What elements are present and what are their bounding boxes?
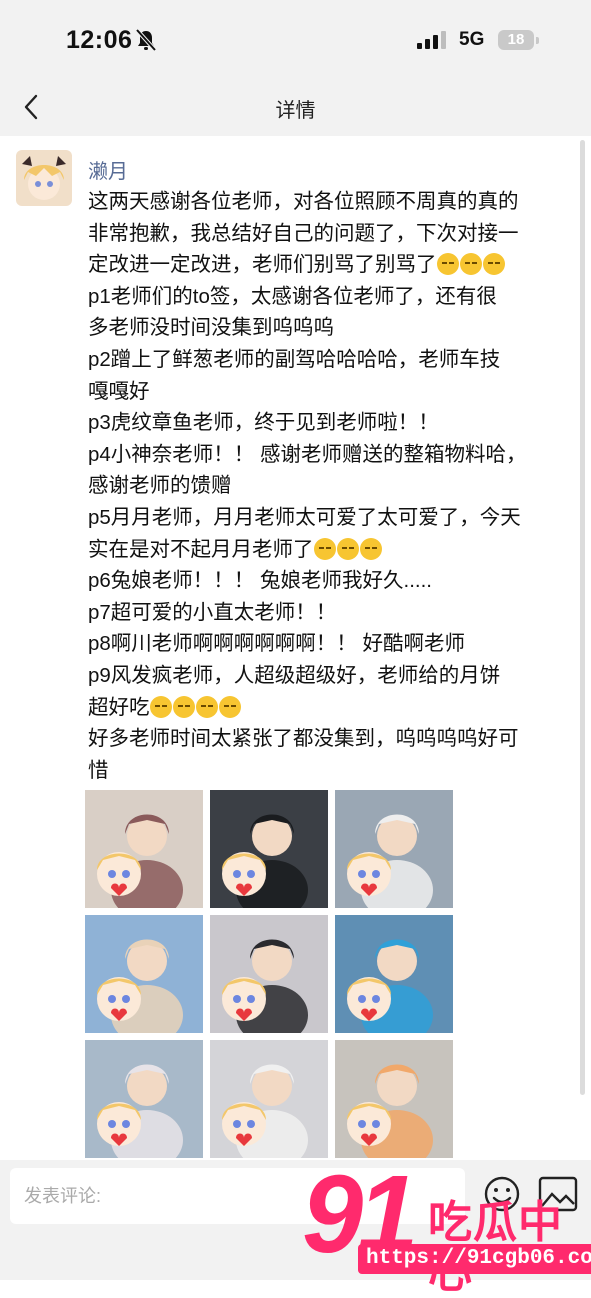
post-line-text: 多老师没时间没集到呜呜呜	[88, 316, 334, 340]
post-line: p3虎纹章鱼老师，终于见到老师啦！！	[88, 407, 578, 439]
crying-emoji-icon	[336, 537, 359, 560]
crying-emoji-icon	[359, 537, 382, 560]
post-line-text: 好多老师时间太紧张了都没集到，呜呜呜呜好可	[88, 727, 519, 751]
post-line-text: 定改进一定改进，老师们别骂了别骂了	[88, 253, 437, 277]
crying-emoji-icon	[459, 253, 482, 276]
post-line: 感谢老师的馈赠	[88, 470, 578, 502]
nav-bar: 详情	[0, 80, 591, 136]
post-line-text: 惜	[88, 758, 109, 782]
post-line: p9风发疯老师，人超级超级好，老师给的月饼	[88, 660, 578, 692]
photo-thumbnail[interactable]	[85, 915, 203, 1033]
watermark-url: https://91cgb06.com	[358, 1244, 591, 1274]
post-line-text: 超好吃	[88, 695, 150, 719]
photo-thumbnail[interactable]	[210, 790, 328, 908]
post-line: 嘎嘎好	[88, 376, 578, 408]
scrollbar[interactable]	[580, 140, 585, 1095]
post-line: p1老师们的to签，太感谢各位老师了，还有很	[88, 281, 578, 313]
post-line-text: 实在是对不起月月老师了	[88, 537, 314, 561]
post-line: 超好吃	[88, 692, 578, 724]
crying-emoji-icon	[172, 695, 195, 718]
post-line: p5月月老师，月月老师太可爱了太可爱了，今天	[88, 502, 578, 534]
post-line-text: 非常抱歉，我总结好自己的问题了，下次对接一	[88, 221, 519, 245]
crying-emoji-icon	[149, 695, 172, 718]
signal-icon	[417, 31, 446, 49]
network-type: 5G	[459, 29, 485, 50]
photo-thumbnail[interactable]	[85, 790, 203, 908]
bell-mute-icon	[136, 29, 156, 51]
photo-thumbnail[interactable]	[85, 1040, 203, 1158]
post-line: p6兔娘老师！！！ 兔娘老师我好久.....	[88, 565, 578, 597]
post-line: p8啊川老师啊啊啊啊啊啊！！ 好酷啊老师	[88, 628, 578, 660]
post-line: p4小神奈老师！！ 感谢老师赠送的整箱物料哈，	[88, 439, 578, 471]
post-line-text: 感谢老师的馈赠	[88, 474, 232, 498]
watermark: 91 吃瓜中心 https://91cgb06.com	[296, 1158, 591, 1297]
avatar[interactable]	[16, 150, 72, 206]
crying-emoji-icon	[218, 695, 241, 718]
post-line: 好多老师时间太紧张了都没集到，呜呜呜呜好可	[88, 723, 578, 755]
post-line: 这两天感谢各位老师，对各位照顾不周真的真的	[88, 186, 578, 218]
post-line-text: p6兔娘老师！！！ 兔娘老师我好久.....	[88, 569, 432, 593]
crying-emoji-icon	[313, 537, 336, 560]
crying-emoji-icon	[482, 253, 505, 276]
photo-thumbnail[interactable]	[335, 915, 453, 1033]
crying-emoji-icon	[195, 695, 218, 718]
battery-level: 18	[507, 31, 525, 48]
post-line: 多老师没时间没集到呜呜呜	[88, 312, 578, 344]
post-line-text: p5月月老师，月月老师太可爱了太可爱了，今天	[88, 505, 521, 529]
post-line-text: p8啊川老师啊啊啊啊啊啊！！ 好酷啊老师	[88, 632, 465, 656]
post-line: p2蹭上了鲜葱老师的副驾哈哈哈哈，老师车技	[88, 344, 578, 376]
photo-thumbnail[interactable]	[335, 790, 453, 908]
photo-thumbnail[interactable]	[335, 1040, 453, 1158]
post-author[interactable]: 濑月	[88, 155, 128, 184]
post-line-text: p9风发疯老师，人超级超级好，老师给的月饼	[88, 663, 501, 687]
page-title: 详情	[275, 100, 316, 122]
status-bar: 12:06 5G 18	[0, 0, 591, 80]
battery-indicator: 18	[498, 30, 534, 50]
post-line: 惜	[88, 755, 578, 787]
photo-thumbnail[interactable]	[210, 1040, 328, 1158]
post-line-text: p3虎纹章鱼老师，终于见到老师啦！！	[88, 411, 439, 435]
post-line-text: p1老师们的to签，太感谢各位老师了，还有很	[88, 284, 497, 308]
post-line: 实在是对不起月月老师了	[88, 534, 578, 566]
photo-thumbnail[interactable]	[210, 915, 328, 1033]
post-line-text: p7超可爱的小直太老师！！	[88, 600, 337, 624]
post-line: p7超可爱的小直太老师！！	[88, 597, 578, 629]
post-line-text: p4小神奈老师！！ 感谢老师赠送的整箱物料哈，	[88, 442, 527, 466]
post-line-text: 嘎嘎好	[88, 379, 150, 403]
crying-emoji-icon	[436, 253, 459, 276]
post-text: 这两天感谢各位老师，对各位照顾不周真的真的 非常抱歉，我总结好自己的问题了，下次对…	[88, 186, 578, 786]
post-line: 定改进一定改进，老师们别骂了别骂了	[88, 249, 578, 281]
status-time: 12:06	[66, 26, 133, 54]
post-line-text: 这两天感谢各位老师，对各位照顾不周真的真的	[88, 190, 519, 213]
post-line: 非常抱歉，我总结好自己的问题了，下次对接一	[88, 218, 578, 250]
battery-tip	[536, 37, 539, 44]
post-line-text: p2蹭上了鲜葱老师的副驾哈哈哈哈，老师车技	[88, 347, 501, 371]
photo-grid	[85, 790, 455, 1160]
